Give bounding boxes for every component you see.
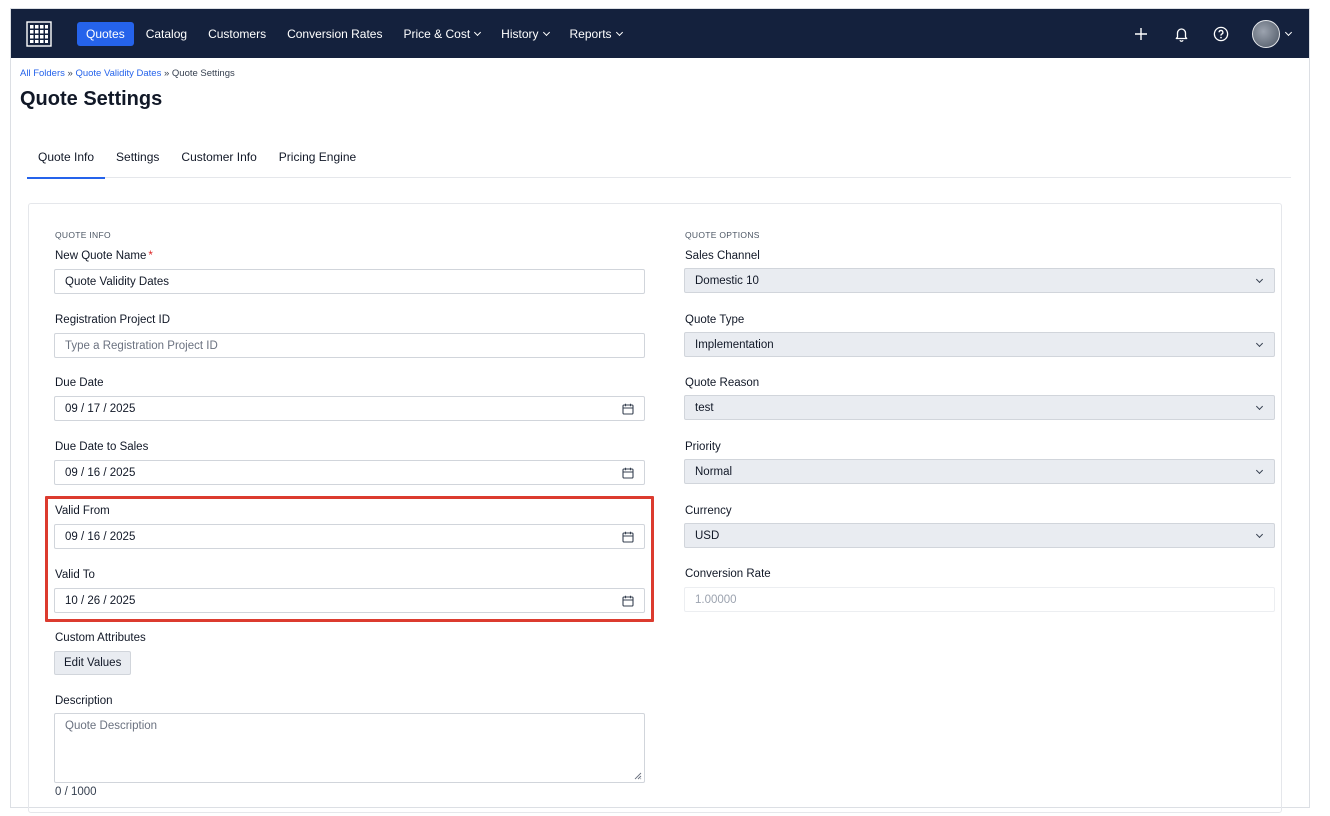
- valid-from-input[interactable]: 09 / 16 / 2025: [54, 524, 645, 549]
- chevron-down-icon: [1255, 530, 1264, 538]
- nav-label: Price & Cost: [403, 26, 471, 41]
- nav-actions: [1132, 19, 1293, 48]
- due-date-input[interactable]: 09 / 17 / 2025: [54, 396, 645, 421]
- nav-label: Customers: [208, 26, 267, 41]
- nav-label: Quotes: [86, 26, 125, 41]
- sales-channel-value: Domestic 10: [695, 274, 759, 287]
- calendar-icon[interactable]: [622, 531, 634, 543]
- help-icon[interactable]: [1212, 25, 1230, 43]
- currency-label: Currency: [685, 505, 732, 517]
- calendar-icon[interactable]: [622, 403, 634, 415]
- required-mark: *: [148, 250, 153, 262]
- priority-value: Normal: [695, 465, 733, 478]
- quote-type-label: Quote Type: [685, 314, 745, 326]
- valid-to-input[interactable]: 10 / 26 / 2025: [54, 588, 645, 613]
- quote-reason-select[interactable]: test: [684, 395, 1275, 420]
- tab-bar: Quote Info Settings Customer Info Pricin…: [27, 150, 1291, 179]
- quote-name-input[interactable]: Quote Validity Dates: [54, 269, 645, 294]
- chevron-down-icon: [1255, 275, 1264, 283]
- breadcrumb-all-folders[interactable]: All Folders: [20, 68, 65, 79]
- conversion-rate-input: 1.00000: [684, 587, 1275, 612]
- nav-reports[interactable]: Reports: [561, 22, 631, 46]
- description-char-counter: 0 / 1000: [55, 786, 97, 798]
- quote-type-select[interactable]: Implementation: [684, 332, 1275, 357]
- bell-icon[interactable]: [1172, 25, 1190, 43]
- description-textarea[interactable]: Quote Description: [54, 713, 645, 783]
- currency-select[interactable]: USD: [684, 523, 1275, 548]
- chevron-down-icon: [615, 28, 623, 36]
- avatar: [1252, 19, 1280, 48]
- calendar-icon[interactable]: [622, 595, 634, 607]
- breadcrumb-separator: »: [161, 68, 172, 79]
- tab-quote-info[interactable]: Quote Info: [27, 150, 106, 179]
- nav-label: Catalog: [145, 26, 188, 41]
- tab-pricing-engine[interactable]: Pricing Engine: [268, 150, 367, 178]
- due-date-label: Due Date: [55, 377, 104, 389]
- chevron-down-icon: [1255, 339, 1264, 347]
- registration-placeholder: Type a Registration Project ID: [65, 339, 218, 352]
- valid-from-value: 09 / 16 / 2025: [65, 530, 136, 543]
- chevron-down-icon: [542, 28, 550, 36]
- section-quote-info: QUOTE INFO: [55, 230, 111, 240]
- chevron-down-icon: [1284, 28, 1293, 36]
- top-navbar: Quotes Catalog Customers Conversion Rate…: [11, 9, 1309, 58]
- due-date-to-sales-value: 09 / 16 / 2025: [65, 466, 136, 479]
- sales-channel-label: Sales Channel: [685, 250, 760, 262]
- quote-reason-value: test: [695, 401, 714, 414]
- description-placeholder: Quote Description: [65, 720, 158, 732]
- due-date-value: 09 / 17 / 2025: [65, 402, 136, 415]
- quote-type-value: Implementation: [695, 338, 774, 351]
- user-menu[interactable]: [1252, 19, 1293, 48]
- chevron-down-icon: [1255, 402, 1264, 410]
- nav-label: Reports: [569, 26, 612, 41]
- nav-customers[interactable]: Customers: [199, 22, 275, 46]
- breadcrumb: All Folders » Quote Validity Dates » Quo…: [20, 68, 235, 79]
- priority-label: Priority: [685, 441, 721, 453]
- currency-value: USD: [695, 529, 720, 542]
- nav-history[interactable]: History: [492, 22, 557, 46]
- custom-attributes-label: Custom Attributes: [55, 632, 146, 644]
- due-date-to-sales-input[interactable]: 09 / 16 / 2025: [54, 460, 645, 485]
- nav-label: Conversion Rates: [287, 26, 383, 41]
- priority-select[interactable]: Normal: [684, 459, 1275, 484]
- chevron-down-icon: [474, 28, 482, 36]
- resize-handle-icon[interactable]: [633, 771, 642, 780]
- quote-name-label: New Quote Name *: [55, 250, 153, 262]
- due-date-to-sales-label: Due Date to Sales: [55, 441, 149, 453]
- chevron-down-icon: [1255, 466, 1264, 474]
- quote-name-label-text: New Quote Name: [55, 250, 147, 262]
- page-title: Quote Settings: [20, 88, 163, 110]
- breadcrumb-separator: »: [64, 68, 76, 79]
- registration-project-id-input[interactable]: Type a Registration Project ID: [54, 333, 645, 358]
- sales-channel-select[interactable]: Domestic 10: [684, 268, 1275, 293]
- calendar-icon[interactable]: [622, 467, 634, 479]
- breadcrumb-current: Quote Settings: [171, 68, 235, 79]
- valid-to-label: Valid To: [55, 569, 95, 581]
- section-quote-options: QUOTE OPTIONS: [685, 230, 760, 240]
- nav-conversion-rates[interactable]: Conversion Rates: [278, 22, 391, 46]
- nav-catalog[interactable]: Catalog: [137, 22, 196, 46]
- plus-icon[interactable]: [1132, 25, 1150, 43]
- valid-to-value: 10 / 26 / 2025: [65, 594, 136, 607]
- conversion-rate-label: Conversion Rate: [685, 568, 771, 580]
- conversion-rate-value: 1.00000: [695, 593, 737, 606]
- description-label: Description: [55, 695, 113, 707]
- breadcrumb-quote-validity-dates[interactable]: Quote Validity Dates: [75, 68, 161, 79]
- quote-reason-label: Quote Reason: [685, 377, 760, 389]
- valid-from-label: Valid From: [55, 505, 110, 517]
- tab-settings[interactable]: Settings: [105, 150, 170, 178]
- nav-quotes[interactable]: Quotes: [77, 21, 134, 46]
- edit-values-button[interactable]: Edit Values: [54, 651, 132, 675]
- quote-name-value: Quote Validity Dates: [65, 275, 169, 288]
- nav-price-cost[interactable]: Price & Cost: [394, 22, 489, 46]
- nav-label: History: [501, 26, 539, 41]
- tab-customer-info[interactable]: Customer Info: [170, 150, 267, 178]
- grid-logo-icon[interactable]: [25, 20, 53, 48]
- registration-project-id-label: Registration Project ID: [55, 314, 171, 326]
